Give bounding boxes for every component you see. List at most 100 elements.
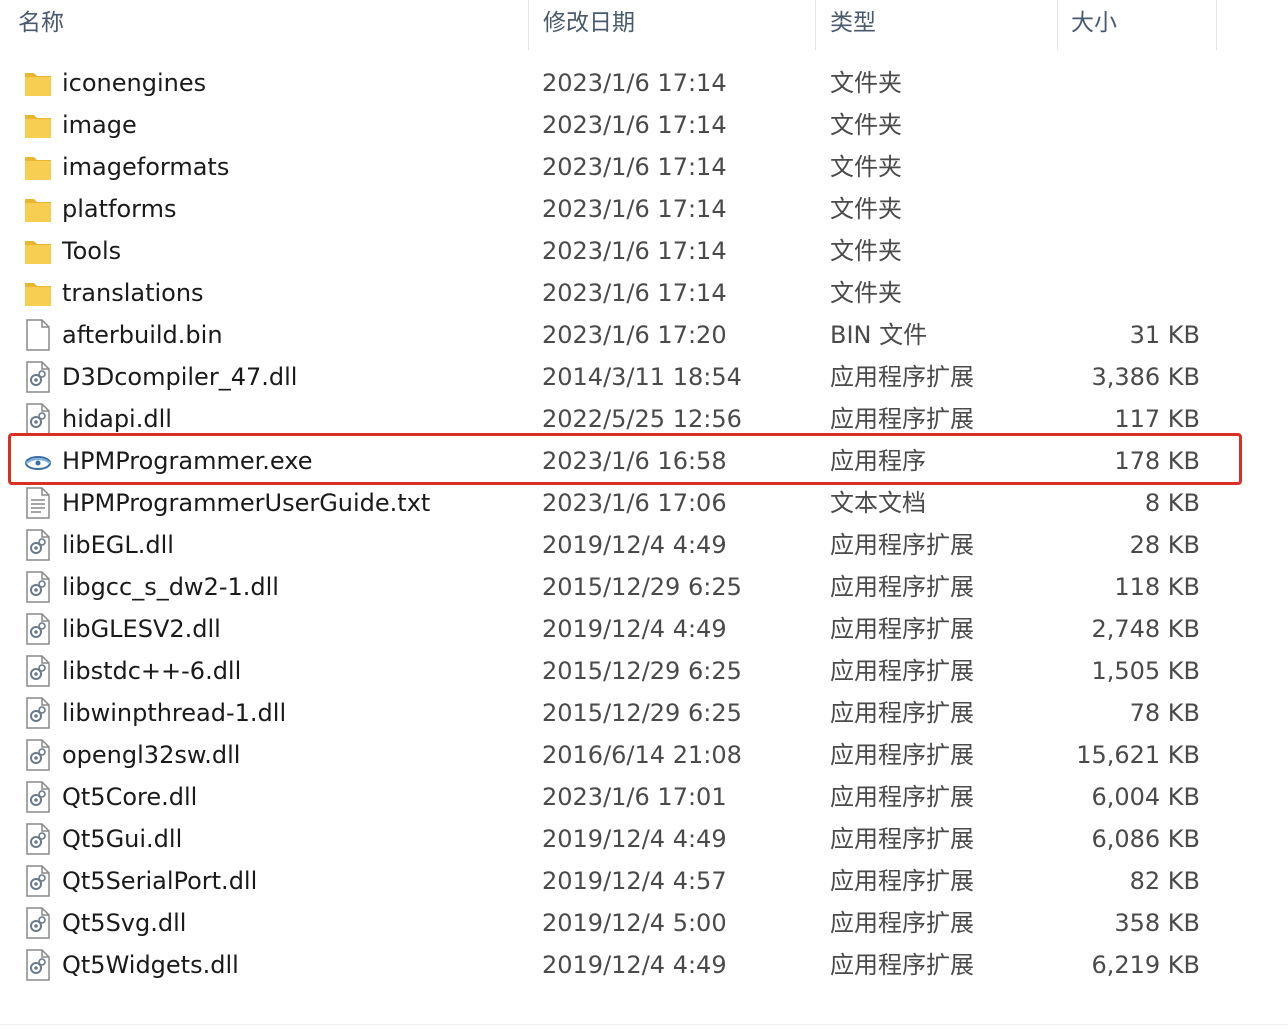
- file-name: libEGL.dll: [62, 531, 174, 559]
- file-row[interactable]: libEGL.dll 2019/12/4 4:49 应用程序扩展 28 KB: [0, 524, 1288, 566]
- file-size: 82 KB: [1129, 867, 1200, 895]
- file-modified-date: 2023/1/6 17:01: [542, 783, 727, 811]
- file-name: libstdc++-6.dll: [62, 657, 242, 685]
- file-modified-date: 2019/12/4 4:49: [542, 825, 727, 853]
- file-row[interactable]: Qt5SerialPort.dll 2019/12/4 4:57 应用程序扩展 82 …: [0, 860, 1288, 902]
- dll-icon: [24, 823, 52, 855]
- file-name: libGLESV2.dll: [62, 615, 221, 643]
- file-modified-date: 2023/1/6 17:20: [542, 321, 727, 349]
- file-size: 2,748 KB: [1091, 615, 1200, 643]
- file-name: platforms: [62, 195, 177, 223]
- file-name: translations: [62, 279, 204, 307]
- file-modified-date: 2019/12/4 4:49: [542, 951, 727, 979]
- dll-icon: [24, 529, 52, 561]
- file-size: 6,004 KB: [1091, 783, 1200, 811]
- column-header-modified[interactable]: 修改日期: [525, 0, 815, 50]
- file-row[interactable]: platforms 2023/1/6 17:14 文件夹: [0, 188, 1288, 230]
- file-row[interactable]: image 2023/1/6 17:14 文件夹: [0, 104, 1288, 146]
- dll-icon: [24, 949, 52, 981]
- file-row[interactable]: imageformats 2023/1/6 17:14 文件夹: [0, 146, 1288, 188]
- file-modified-date: 2019/12/4 4:49: [542, 531, 727, 559]
- selected-file-highlight: [8, 433, 1242, 485]
- column-divider[interactable]: [1216, 0, 1217, 50]
- file-name: Qt5Gui.dll: [62, 825, 183, 853]
- file-modified-date: 2023/1/6 17:14: [542, 69, 727, 97]
- file-name: D3Dcompiler_47.dll: [62, 363, 298, 391]
- column-header: 名称 ⌃ 修改日期 类型 大小: [0, 0, 1288, 50]
- dll-icon: [24, 613, 52, 645]
- file-type: 应用程序扩展: [830, 573, 974, 601]
- dll-icon: [24, 907, 52, 939]
- file-type: 文件夹: [830, 111, 902, 139]
- file-row[interactable]: libwinpthread-1.dll 2015/12/29 6:25 应用程序扩展…: [0, 692, 1288, 734]
- file-type: 应用程序扩展: [830, 531, 974, 559]
- file-modified-date: 2015/12/29 6:25: [542, 657, 742, 685]
- file-modified-date: 2023/1/6 17:06: [542, 489, 727, 517]
- file-modified-date: 2014/3/11 18:54: [542, 363, 742, 391]
- file-row[interactable]: Tools 2023/1/6 17:14 文件夹: [0, 230, 1288, 272]
- file-type: 文件夹: [830, 279, 902, 307]
- file-type: 应用程序扩展: [830, 867, 974, 895]
- file-row[interactable]: libGLESV2.dll 2019/12/4 4:49 应用程序扩展 2,748 K…: [0, 608, 1288, 650]
- file-type: BIN 文件: [830, 321, 928, 349]
- file-name: opengl32sw.dll: [62, 741, 241, 769]
- file-row[interactable]: Qt5Svg.dll 2019/12/4 5:00 应用程序扩展 358 KB: [0, 902, 1288, 944]
- file-type: 应用程序扩展: [830, 363, 974, 391]
- dll-icon: [24, 697, 52, 729]
- file-modified-date: 2016/6/14 21:08: [542, 741, 742, 769]
- file-type: 文件夹: [830, 237, 902, 265]
- file-row[interactable]: afterbuild.bin 2023/1/6 17:20 BIN 文件 31 KB: [0, 314, 1288, 356]
- file-type: 文件夹: [830, 195, 902, 223]
- file-name: iconengines: [62, 69, 207, 97]
- file-name: afterbuild.bin: [62, 321, 223, 349]
- dll-icon: [24, 361, 52, 393]
- file-modified-date: 2019/12/4 4:49: [542, 615, 727, 643]
- file-type: 应用程序扩展: [830, 741, 974, 769]
- folder-icon: [24, 277, 52, 309]
- folder-icon: [24, 193, 52, 225]
- column-header-type[interactable]: 类型: [812, 0, 1057, 50]
- folder-icon: [24, 235, 52, 267]
- file-size: 3,386 KB: [1091, 363, 1200, 391]
- file-size: 15,621 KB: [1076, 741, 1200, 769]
- file-name: Tools: [62, 237, 122, 265]
- file-row[interactable]: translations 2023/1/6 17:14 文件夹: [0, 272, 1288, 314]
- file-size: 8 KB: [1144, 489, 1200, 517]
- file-row[interactable]: iconengines 2023/1/6 17:14 文件夹: [0, 62, 1288, 104]
- folder-icon: [24, 109, 52, 141]
- file-name: imageformats: [62, 153, 230, 181]
- file-type: 文件夹: [830, 153, 902, 181]
- file-name: Qt5Core.dll: [62, 783, 198, 811]
- file-size: 6,219 KB: [1091, 951, 1200, 979]
- file-modified-date: 2023/1/6 17:14: [542, 237, 727, 265]
- folder-icon: [24, 67, 52, 99]
- file-size: 78 KB: [1129, 699, 1200, 727]
- file-size: 31 KB: [1129, 321, 1200, 349]
- file-modified-date: 2023/1/6 17:14: [542, 195, 727, 223]
- file-size: 1,505 KB: [1091, 657, 1200, 685]
- file-type: 应用程序扩展: [830, 699, 974, 727]
- column-header-size[interactable]: 大小: [1053, 0, 1216, 50]
- folder-icon: [24, 151, 52, 183]
- sort-up-icon: ⌃: [260, 0, 273, 9]
- file-row[interactable]: libgcc_s_dw2-1.dll 2015/12/29 6:25 应用程序扩展 1…: [0, 566, 1288, 608]
- file-row[interactable]: D3Dcompiler_47.dll 2014/3/11 18:54 应用程序扩展 3…: [0, 356, 1288, 398]
- file-name: HPMProgrammerUserGuide.txt: [62, 489, 431, 517]
- file-row[interactable]: Qt5Gui.dll 2019/12/4 4:49 应用程序扩展 6,086 KB: [0, 818, 1288, 860]
- file-row[interactable]: opengl32sw.dll 2016/6/14 21:08 应用程序扩展 15,62…: [0, 734, 1288, 776]
- file-type: 应用程序扩展: [830, 825, 974, 853]
- file-row[interactable]: Qt5Widgets.dll 2019/12/4 4:49 应用程序扩展 6,219 …: [0, 944, 1288, 986]
- file-size: 6,086 KB: [1091, 825, 1200, 853]
- file-modified-date: 2023/1/6 17:14: [542, 153, 727, 181]
- file-size: 28 KB: [1129, 531, 1200, 559]
- file-row[interactable]: Qt5Core.dll 2023/1/6 17:01 应用程序扩展 6,004 KB: [0, 776, 1288, 818]
- file-type: 应用程序扩展: [830, 783, 974, 811]
- file-icon: [24, 319, 52, 351]
- file-row[interactable]: HPMProgrammerUserGuide.txt 2023/1/6 17:06…: [0, 482, 1288, 524]
- file-name: Qt5SerialPort.dll: [62, 867, 258, 895]
- divider: [0, 1024, 1288, 1025]
- file-type: 应用程序扩展: [830, 615, 974, 643]
- file-modified-date: 2015/12/29 6:25: [542, 699, 742, 727]
- file-row[interactable]: libstdc++-6.dll 2015/12/29 6:25 应用程序扩展 1,50…: [0, 650, 1288, 692]
- file-modified-date: 2023/1/6 17:14: [542, 279, 727, 307]
